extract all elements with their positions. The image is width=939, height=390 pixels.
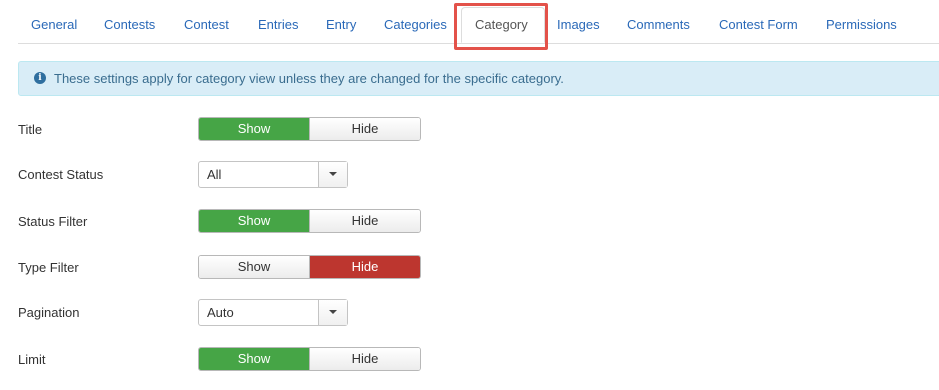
title-label: Title [18,122,43,137]
title-show-button[interactable]: Show [199,118,309,140]
tab-permissions[interactable]: Permissions [826,10,897,40]
setting-type-filter: Type Filter Show Hide [18,255,438,281]
type-filter-hide-button[interactable]: Hide [309,256,420,278]
type-filter-toggle: Show Hide [198,255,421,279]
setting-limit: Limit Show Hide [18,347,438,373]
tab-images[interactable]: Images [557,10,600,40]
pagination-value: Auto [207,305,234,320]
status-filter-toggle: Show Hide [198,209,421,233]
limit-toggle: Show Hide [198,347,421,371]
tab-general[interactable]: General [31,10,77,40]
contest-status-select[interactable]: All [198,161,348,188]
pagination-dropdown-button[interactable] [318,300,347,325]
contest-status-label: Contest Status [18,167,104,182]
tab-entry[interactable]: Entry [326,10,356,40]
alert-message: These settings apply for category view u… [54,71,564,86]
status-filter-hide-button[interactable]: Hide [309,210,420,232]
setting-status-filter: Status Filter Show Hide [18,209,438,235]
pagination-select[interactable]: Auto [198,299,348,326]
type-filter-show-button[interactable]: Show [199,256,309,278]
limit-label: Limit [18,352,46,367]
setting-contest-status: Contest Status All [18,161,438,188]
setting-title: Title Show Hide [18,117,438,143]
status-filter-show-button[interactable]: Show [199,210,309,232]
limit-show-button[interactable]: Show [199,348,309,370]
type-filter-label: Type Filter [18,260,79,275]
tab-entries[interactable]: Entries [258,10,298,40]
setting-pagination: Pagination Auto [18,299,438,326]
title-hide-button[interactable]: Hide [309,118,420,140]
caret-down-icon [329,172,337,176]
contest-status-dropdown-button[interactable] [318,162,347,187]
contest-status-value: All [207,167,222,182]
tab-contest-form[interactable]: Contest Form [719,10,798,40]
pagination-label: Pagination [18,305,80,320]
tab-categories[interactable]: Categories [384,10,447,40]
category-tab-highlight [454,3,548,50]
limit-hide-button[interactable]: Hide [309,348,420,370]
tab-contests[interactable]: Contests [104,10,155,40]
tab-comments[interactable]: Comments [627,10,690,40]
caret-down-icon [329,310,337,314]
status-filter-label: Status Filter [18,214,88,229]
info-icon: i [34,72,46,84]
tab-contest[interactable]: Contest [184,10,229,40]
title-toggle: Show Hide [198,117,421,141]
info-alert: i These settings apply for category view… [18,61,939,96]
